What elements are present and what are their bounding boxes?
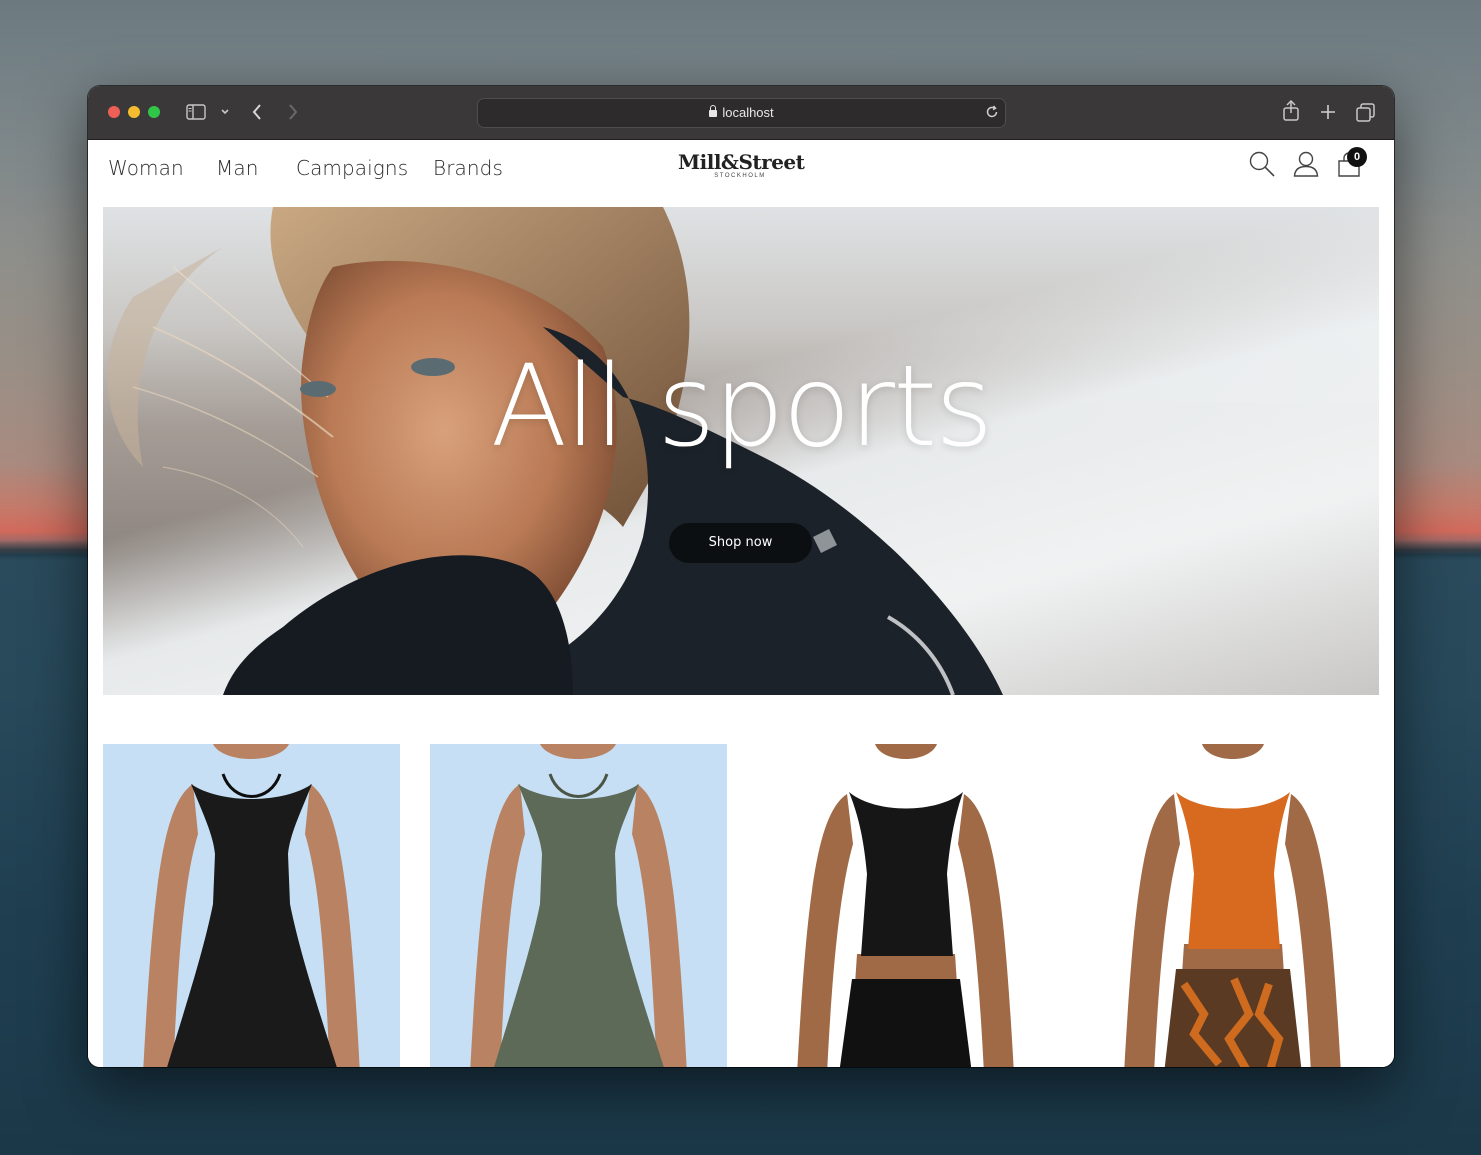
product-image-olive-dress bbox=[470, 744, 687, 1067]
site-logo[interactable]: Mill&Street STOCKHOLM bbox=[678, 150, 805, 179]
product-card-olive-dress[interactable] bbox=[430, 744, 727, 1067]
logo-wordmark: Mill&Street bbox=[678, 150, 805, 174]
reload-icon[interactable] bbox=[985, 105, 999, 119]
share-icon[interactable] bbox=[1282, 100, 1300, 122]
address-bar[interactable]: localhost bbox=[477, 98, 1006, 128]
url-display: localhost bbox=[478, 105, 1005, 120]
product-card-black-crop-top[interactable] bbox=[757, 744, 1054, 1067]
product-card-orange-crop-top[interactable] bbox=[1084, 744, 1381, 1067]
product-card-black-dress[interactable] bbox=[103, 744, 400, 1067]
sidebar-icon[interactable] bbox=[186, 104, 206, 120]
product-image-orange-crop-top bbox=[1124, 744, 1341, 1067]
search-icon[interactable] bbox=[1248, 150, 1276, 178]
nav-woman[interactable]: Woman bbox=[108, 156, 184, 180]
nav-campaigns[interactable]: Campaigns bbox=[296, 156, 408, 180]
hero-title: All sports bbox=[490, 342, 994, 472]
page-content: Woman Man Campaigns Brands Mill&Street S… bbox=[88, 140, 1394, 1067]
tab-overview-icon[interactable] bbox=[1356, 103, 1375, 122]
browser-titlebar: localhost bbox=[88, 86, 1394, 140]
new-tab-icon[interactable] bbox=[1320, 104, 1336, 120]
forward-icon[interactable] bbox=[287, 103, 299, 121]
chevron-down-icon[interactable] bbox=[220, 108, 230, 116]
account-icon[interactable] bbox=[1293, 150, 1319, 178]
minimize-window-button[interactable] bbox=[128, 106, 140, 118]
product-image-black-dress bbox=[143, 744, 360, 1067]
nav-brands[interactable]: Brands bbox=[433, 156, 503, 180]
zoom-window-button[interactable] bbox=[148, 106, 160, 118]
nav-man[interactable]: Man bbox=[216, 156, 259, 180]
shop-now-button[interactable]: Shop now bbox=[669, 523, 812, 563]
cart-count-badge: 0 bbox=[1347, 147, 1367, 167]
back-icon[interactable] bbox=[251, 103, 263, 121]
url-text: localhost bbox=[722, 105, 774, 120]
hero-banner[interactable]: All sports Shop now bbox=[103, 207, 1379, 695]
close-window-button[interactable] bbox=[108, 106, 120, 118]
product-image-black-crop-top bbox=[797, 744, 1014, 1067]
lock-icon bbox=[709, 105, 718, 117]
browser-window: localhost Woman Man Campaigns Brands Mil… bbox=[88, 86, 1394, 1067]
